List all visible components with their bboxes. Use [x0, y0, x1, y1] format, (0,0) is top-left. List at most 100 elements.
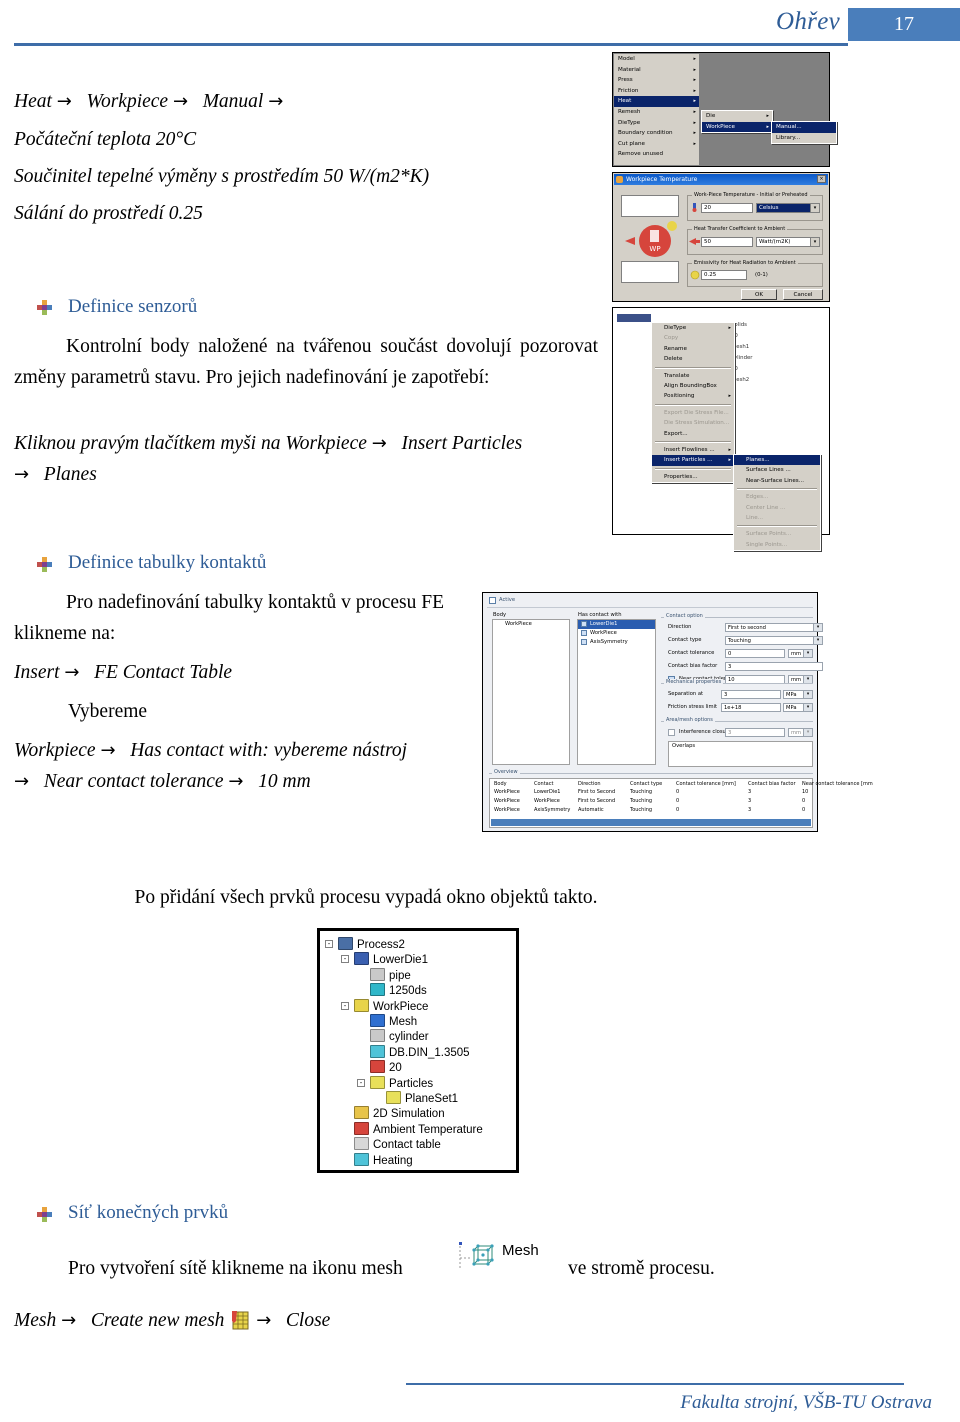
- body-list[interactable]: WorkPiece: [492, 619, 570, 765]
- horizontal-scrollbar[interactable]: [491, 819, 811, 826]
- tree-node[interactable]: DB.DIN_1.3505: [370, 1044, 470, 1060]
- interference-closure-input[interactable]: 3: [725, 728, 785, 737]
- context-menu-item[interactable]: DieType ▸: [652, 323, 734, 333]
- cancel-button[interactable]: Cancel: [783, 289, 823, 300]
- context-menu-item[interactable]: Insert Particles ... ▸: [652, 455, 734, 466]
- chevron-down-icon[interactable]: ▾: [813, 637, 822, 644]
- menu-submenu-heat[interactable]: Die ▸ WorkPiece ▸: [701, 110, 773, 134]
- heat-coefficient-unit-select[interactable]: Watt/(m2K) ▾: [756, 237, 820, 247]
- list-item[interactable]: WorkPiece: [578, 629, 655, 638]
- interference-closure-checkbox[interactable]: [668, 729, 675, 736]
- tree-node[interactable]: PlaneSet1: [386, 1091, 458, 1106]
- field-value[interactable]: Touching ▾: [725, 636, 823, 645]
- menu-item[interactable]: Material ▸: [614, 65, 699, 76]
- context-menu-item[interactable]: Rename: [652, 344, 734, 354]
- menu-item[interactable]: DieType ▸: [614, 118, 699, 129]
- tree-node[interactable]: LowerDie1: [354, 952, 428, 967]
- active-checkbox[interactable]: [489, 597, 496, 604]
- process-tree-window[interactable]: - Process2- LowerDie1 pipe 1250ds - WorkPiece M…: [317, 928, 519, 1173]
- field-unit[interactable]: mm ▾: [788, 649, 813, 658]
- list-item[interactable]: AxisSymmetry: [578, 638, 655, 647]
- temperature-unit-select[interactable]: Celsius ▾: [756, 203, 820, 213]
- list-item[interactable]: WorkPiece: [493, 620, 569, 629]
- tree-node[interactable]: Ambient Temperature: [354, 1121, 483, 1137]
- tree-node[interactable]: 1250ds: [370, 983, 427, 998]
- sensors-path-line: Kliknou pravým tlačítkem myši na Workpie…: [14, 428, 614, 490]
- close-icon[interactable]: ×: [817, 175, 826, 183]
- menu-item[interactable]: Manual...: [772, 122, 836, 133]
- field-value[interactable]: 1e+18: [721, 703, 781, 712]
- tree-node[interactable]: Heating: [354, 1152, 413, 1168]
- tree-node[interactable]: 2D Simulation: [354, 1106, 445, 1121]
- chevron-down-icon[interactable]: ▾: [803, 676, 812, 683]
- context-menu-item[interactable]: Delete: [652, 354, 734, 364]
- menu-item[interactable]: Remesh ▸: [614, 107, 699, 118]
- checkbox-icon[interactable]: [581, 630, 587, 637]
- chevron-down-icon[interactable]: ▾: [803, 704, 812, 711]
- tree-node[interactable]: Process2: [338, 937, 405, 952]
- table-row[interactable]: WorkPiece LowerDie1 First to Second Touchin…: [490, 789, 812, 798]
- overview-table[interactable]: Body Contact Direction Contact type Contact …: [489, 778, 873, 828]
- field-value[interactable]: 3: [721, 690, 781, 699]
- context-menu-item[interactable]: Near-Surface Lines...: [734, 476, 820, 486]
- chevron-down-icon[interactable]: ▾: [803, 691, 812, 698]
- interference-closure-unit[interactable]: mm ▾: [788, 728, 813, 737]
- context-menu-item[interactable]: Align BoundingBox: [652, 381, 734, 391]
- menu-item[interactable]: Model ▸: [614, 54, 699, 65]
- menu-item[interactable]: Friction ▸: [614, 86, 699, 97]
- context-menu-item[interactable]: Positioning ▸: [652, 391, 734, 401]
- chevron-down-icon[interactable]: ▾: [810, 238, 819, 246]
- menu-item[interactable]: Boundary condition ▸: [614, 128, 699, 139]
- ok-button[interactable]: OK: [741, 289, 777, 300]
- tree-node[interactable]: pipe: [370, 967, 411, 983]
- tree-node[interactable]: WorkPiece: [354, 998, 428, 1014]
- menu-main-column[interactable]: Model ▸ Material ▸ Press ▸ Friction ▸ Heat ▸ Remes…: [614, 54, 700, 165]
- context-menu-item-label: Translate: [664, 372, 690, 379]
- field-value[interactable]: First to second ▾: [725, 623, 823, 632]
- checkbox-icon[interactable]: [581, 621, 587, 628]
- list-item[interactable]: LowerDie1: [578, 620, 655, 629]
- heat-coefficient-input[interactable]: 50: [701, 237, 753, 247]
- tree-node[interactable]: 20: [370, 1060, 402, 1075]
- field-unit[interactable]: MPa ▾: [783, 690, 813, 699]
- context-menu-item[interactable]: Planes...: [734, 455, 820, 466]
- tree-node[interactable]: Particles: [370, 1075, 433, 1091]
- tree-expander[interactable]: -: [341, 955, 349, 964]
- contact-with-list[interactable]: LowerDie1 WorkPiece AxisSymmetry: [577, 619, 656, 765]
- menu-item[interactable]: Remove unused: [614, 149, 699, 160]
- field-value[interactable]: 3: [725, 662, 823, 671]
- emissivity-input[interactable]: 0.25: [701, 270, 747, 280]
- contact-path-part4: Has contact with: vybereme nástroj: [130, 740, 408, 761]
- chevron-down-icon[interactable]: ▾: [803, 729, 812, 736]
- context-menu[interactable]: DieType ▸ Copy Rename Delete Translate Align B…: [651, 322, 735, 484]
- context-menu-item[interactable]: Surface Lines ...: [734, 465, 820, 475]
- menu-item[interactable]: Heat ▸: [614, 96, 699, 107]
- tree-expander[interactable]: -: [325, 940, 333, 948]
- context-submenu-insert-particles[interactable]: Planes... Surface Lines ... Near-Surface L…: [733, 454, 821, 552]
- table-row[interactable]: WorkPiece AxisSymmetry Automatic Touching 0 3…: [490, 807, 812, 816]
- field-value[interactable]: 0: [725, 649, 785, 658]
- table-row[interactable]: WorkPiece WorkPiece First to Second Touchin…: [490, 798, 812, 807]
- tree-expander[interactable]: -: [341, 1001, 349, 1010]
- checkbox-icon[interactable]: [581, 639, 587, 646]
- temperature-input[interactable]: 20: [701, 203, 753, 213]
- menu-item[interactable]: Library...: [772, 133, 836, 144]
- context-menu-item[interactable]: Properties...: [652, 472, 734, 482]
- context-menu-item[interactable]: Export...: [652, 429, 734, 439]
- tree-node[interactable]: Contact table: [354, 1137, 441, 1152]
- menu-item[interactable]: Die ▸: [702, 111, 772, 122]
- overlaps-list[interactable]: Overlaps: [668, 741, 813, 767]
- tree-node[interactable]: cylinder: [370, 1029, 429, 1044]
- menu-submenu-workpiece[interactable]: Manual... Library...: [771, 121, 837, 145]
- field-unit[interactable]: MPa ▾: [783, 703, 813, 712]
- chevron-down-icon[interactable]: ▾: [813, 624, 822, 631]
- tree-node[interactable]: Mesh: [370, 1014, 417, 1029]
- context-menu-item[interactable]: Translate: [652, 371, 734, 381]
- menu-item[interactable]: WorkPiece ▸: [702, 121, 772, 133]
- chevron-down-icon[interactable]: ▾: [803, 650, 812, 657]
- menu-item[interactable]: Press ▸: [614, 75, 699, 86]
- menu-item[interactable]: Cut plane ▸: [614, 139, 699, 150]
- context-menu-item[interactable]: Insert Flowlines ... ▸: [652, 445, 734, 455]
- chevron-down-icon[interactable]: ▾: [810, 204, 819, 212]
- tree-expander[interactable]: -: [357, 1078, 365, 1087]
